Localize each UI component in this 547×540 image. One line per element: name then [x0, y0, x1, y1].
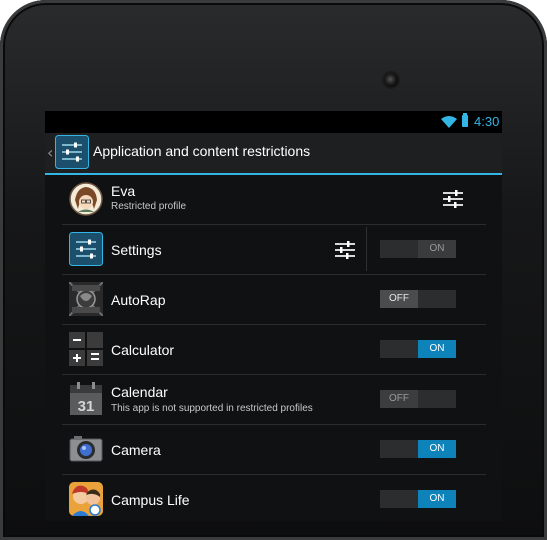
screen: 4:30 ‹ Application and content restricti… [45, 111, 502, 521]
restrictions-sliders-icon[interactable] [55, 135, 89, 169]
list-item-calculator: Calculator ON [62, 325, 486, 375]
profile-row[interactable]: Eva Restricted profile [62, 175, 486, 225]
toggle-campus-life[interactable]: ON [380, 490, 456, 508]
battery-icon [462, 113, 468, 127]
calendar-icon-text: 31 [78, 398, 95, 415]
profile-subtitle: Restricted profile [111, 201, 187, 212]
status-time: 4:30 [474, 114, 500, 129]
up-caret-icon[interactable]: ‹ [47, 143, 53, 162]
app-settings-tune-icon[interactable] [334, 240, 356, 260]
avatar-icon [69, 182, 103, 216]
toggle-label: ON [418, 490, 456, 508]
calendar-icon: 31 [70, 382, 102, 415]
app-name: Calculator [111, 342, 175, 358]
app-name: Calendar [111, 384, 168, 400]
app-name: Settings [111, 242, 162, 258]
status-bar: 4:30 [45, 111, 502, 133]
settings-sliders-icon [69, 232, 103, 266]
page-title: Application and content restrictions [93, 143, 311, 159]
toggle-label: ON [418, 340, 456, 358]
app-name: Camera [111, 442, 161, 458]
toggle-label: OFF [380, 390, 418, 408]
calculator-icon [69, 332, 103, 366]
list-item-campus-life: Campus Life ON [62, 475, 486, 521]
toggle-calendar: OFF [380, 390, 456, 408]
wifi-icon [441, 116, 457, 128]
campus-life-icon [69, 482, 103, 516]
tablet-device: 4:30 ‹ Application and content restricti… [0, 0, 547, 540]
list-item-settings: Settings ON [62, 225, 486, 275]
profile-name: Eva [111, 183, 136, 199]
list-item-camera: Camera ON [62, 425, 486, 475]
divider [366, 227, 367, 271]
toggle-calculator[interactable]: ON [380, 340, 456, 358]
app-name: AutoRap [111, 292, 166, 308]
front-camera [384, 73, 398, 87]
toggle-camera[interactable]: ON [380, 440, 456, 458]
toggle-autorap[interactable]: OFF [380, 290, 456, 308]
autorap-icon [69, 282, 103, 316]
toggle-settings: ON [380, 240, 456, 258]
camera-icon [69, 436, 103, 462]
toggle-label: ON [418, 240, 456, 258]
list-item-autorap: AutoRap OFF [62, 275, 486, 325]
toggle-label: ON [418, 440, 456, 458]
action-bar: ‹ Application and content restrictions [45, 133, 502, 175]
app-subtitle: This app is not supported in restricted … [111, 403, 313, 414]
tune-icon[interactable] [442, 189, 464, 209]
app-name: Campus Life [111, 492, 190, 508]
toggle-label: OFF [380, 290, 418, 308]
list-item-calendar: 31 Calendar This app is not supported in… [62, 375, 486, 425]
